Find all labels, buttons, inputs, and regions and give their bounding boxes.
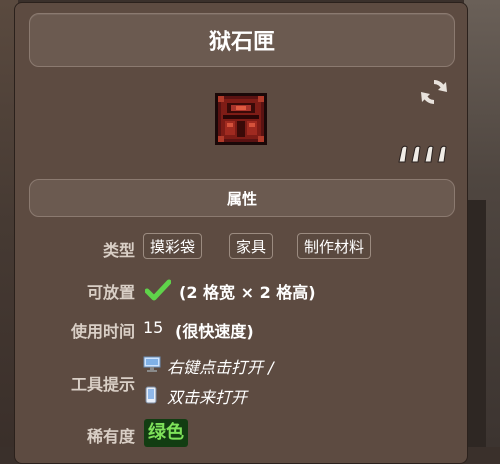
- tooltip-label: 工具提示: [70, 375, 135, 394]
- checkmark-icon: [145, 279, 171, 301]
- usetime-description: (很快速度): [175, 322, 254, 341]
- rarity-value: 绿色: [144, 419, 188, 447]
- tooltip-line-mobile: 双击来打开: [167, 388, 248, 407]
- mobile-phone-icon: [145, 386, 157, 404]
- section-title: 属性: [226, 189, 257, 208]
- type-tag-grab-bag[interactable]: 摸彩袋: [143, 233, 203, 259]
- pc-monitor-icon: [143, 356, 161, 372]
- item-title-bar: 狱石匣: [29, 13, 455, 67]
- properties-section-header: 属性: [29, 179, 455, 217]
- tooltip-line-pc: 右键点击打开 /: [167, 358, 274, 377]
- crate-sprite-icon: [215, 93, 267, 145]
- usetime-label: 使用时间: [70, 322, 135, 341]
- placeable-size: (2 格宽 × 2 格高): [179, 283, 316, 302]
- rarity-label: 稀有度: [86, 427, 135, 446]
- type-tag-crafting-material[interactable]: 制作材料: [297, 233, 372, 259]
- placeable-label: 可放置: [86, 283, 135, 302]
- refresh-icon[interactable]: [418, 77, 450, 107]
- use-speed-icon: [398, 145, 447, 163]
- type-label: 类型: [102, 241, 135, 260]
- usetime-number: 15: [143, 318, 164, 337]
- item-title: 狱石匣: [208, 30, 275, 55]
- item-infobox: 狱石匣 属性 类型 摸彩袋 家具 制作材料 可放置 (2 格宽 × 2 格高) …: [14, 2, 468, 464]
- type-tag-furniture[interactable]: 家具: [229, 233, 274, 259]
